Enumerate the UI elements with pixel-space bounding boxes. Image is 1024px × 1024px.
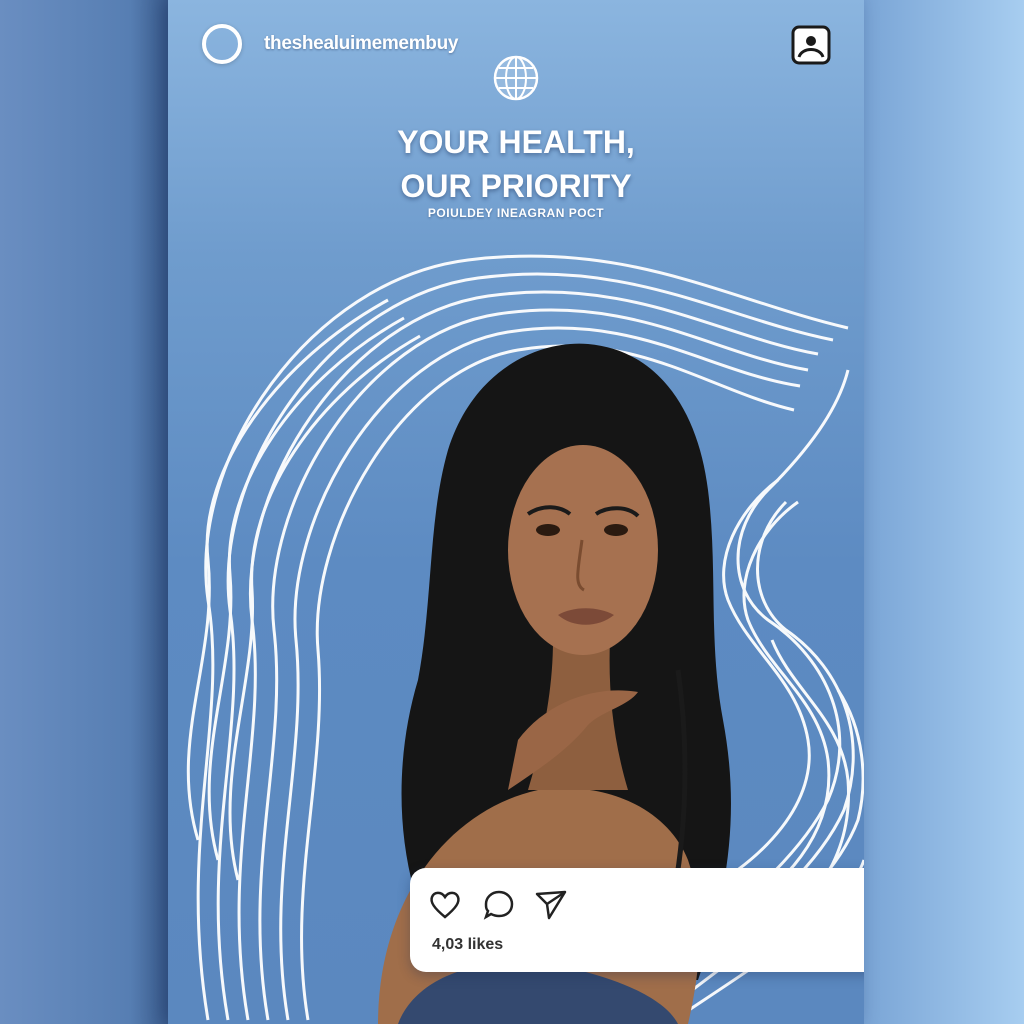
- headline-line-2: OUR PRIORITY: [400, 168, 632, 204]
- comment-bubble-icon[interactable]: [482, 888, 516, 922]
- avatar[interactable]: [202, 24, 242, 64]
- subheadline: POIULDEY INEAGRAN POCT: [427, 206, 605, 220]
- headline-line-1: YOUR HEALTH,: [397, 124, 635, 160]
- post-card: theshealuimemembuy YOUR HEALTH, OUR PRIO…: [168, 0, 864, 1024]
- account-frame-icon[interactable]: [790, 24, 832, 66]
- background-wall-right: [864, 0, 1024, 1024]
- likes-count[interactable]: 4,03 likes: [432, 936, 503, 954]
- globe-icon: [493, 55, 539, 101]
- headline: YOUR HEALTH, OUR PRIORITY: [168, 120, 864, 208]
- post-action-bar: 4,03 likes: [410, 868, 864, 972]
- send-icon[interactable]: [534, 888, 568, 922]
- username[interactable]: theshealuimemembuy: [264, 33, 458, 55]
- heart-icon[interactable]: [428, 888, 462, 922]
